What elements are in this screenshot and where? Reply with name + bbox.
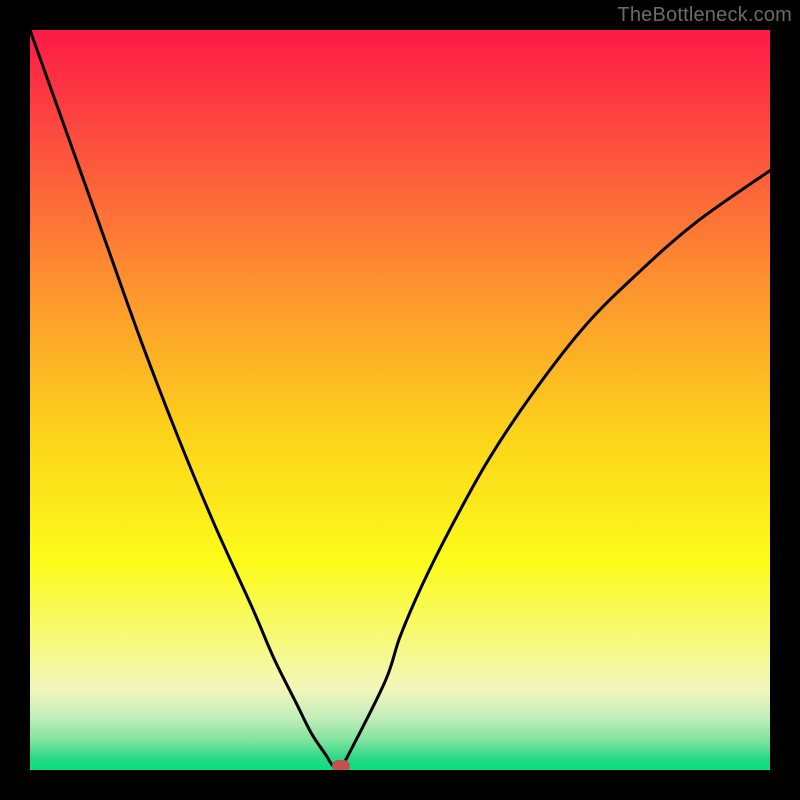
background-gradient [30,30,770,770]
watermark-text: TheBottleneck.com [617,4,792,27]
plot-area [30,30,770,770]
chart-frame: TheBottleneck.com [0,0,800,800]
